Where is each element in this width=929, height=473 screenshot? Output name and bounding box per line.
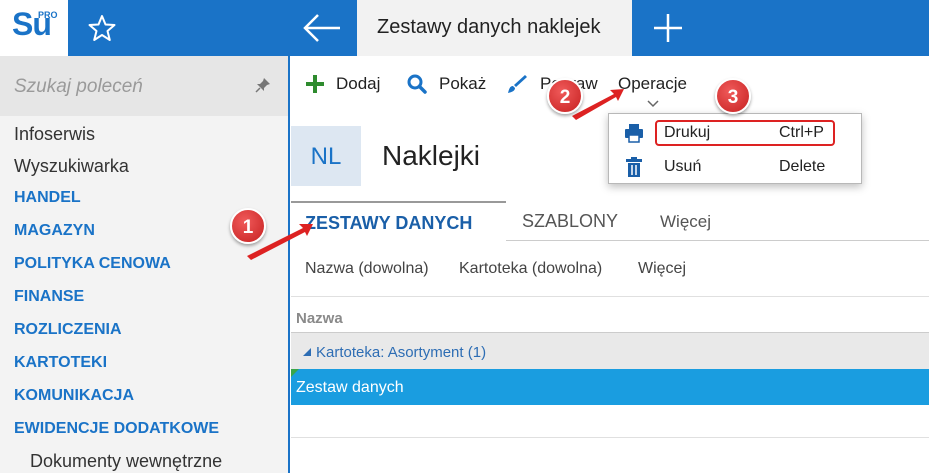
pin-icon[interactable] [254, 76, 272, 94]
favorite-star-icon[interactable] [86, 12, 118, 44]
search-icon[interactable] [406, 73, 428, 95]
sidebar-item-handel[interactable]: HANDEL [14, 189, 81, 207]
sidebar-divider [288, 56, 290, 473]
menu-item-usun[interactable]: Usuń Delete [609, 152, 863, 182]
tab-szablony[interactable]: SZABLONY [522, 211, 618, 232]
new-tab-plus-icon[interactable] [650, 10, 686, 46]
menu-item-shortcut: Delete [779, 158, 826, 175]
column-header-nazwa[interactable]: Nazwa [296, 310, 343, 327]
sidebar-item-finanse[interactable]: FINANSE [14, 288, 84, 306]
tabs-underline [506, 240, 929, 241]
module-badge-text: NL [310, 143, 342, 170]
sidebar-item-wyszukiwarka[interactable]: Wyszukiwarka [14, 156, 129, 177]
page-title: Naklejki [382, 140, 481, 171]
sidebar-item-magazyn[interactable]: MAGAZYN [14, 222, 95, 240]
filter-divider [291, 296, 929, 297]
command-search-input[interactable]: Szukaj poleceń [0, 56, 288, 116]
menu-item-label: Usuń [664, 158, 702, 175]
tab-zestawy-danych[interactable]: ZESTAWY DANYCH [291, 201, 506, 241]
active-tab-label: Zestawy danych naklejek [377, 16, 601, 38]
row-name: Zestaw danych [296, 379, 404, 396]
collapse-triangle-icon[interactable] [302, 347, 312, 357]
group-label: Kartoteka: Asortyment (1) [316, 344, 487, 361]
sidebar-item-polityka-cenowa[interactable]: POLITYKA CENOWA [14, 255, 171, 273]
app-logo[interactable]: Su PRO [0, 0, 68, 56]
row-divider [291, 437, 929, 438]
add-plus-icon[interactable] [304, 73, 326, 95]
sidebar-item-rozliczenia[interactable]: ROZLICZENIA [14, 321, 122, 339]
printer-icon [625, 124, 643, 143]
sidebar-item-ewidencje-dodatkowe[interactable]: EWIDENCJE DODATKOWE [14, 420, 219, 438]
search-placeholder: Szukaj poleceń [14, 76, 143, 97]
sidebar-item-komunikacja[interactable]: KOMUNIKACJA [14, 387, 134, 405]
tab-label: ZESTAWY DANYCH [305, 213, 473, 233]
group-row[interactable]: Kartoteka: Asortyment (1) [291, 333, 929, 369]
logo-pro: PRO [38, 10, 58, 20]
trash-icon [626, 157, 642, 177]
highlight-box [655, 120, 835, 146]
chevron-down-icon [647, 100, 659, 108]
filter-nazwa[interactable]: Nazwa (dowolna) [305, 260, 429, 278]
operations-button[interactable]: Operacje [618, 74, 687, 94]
filter-wiecej[interactable]: Więcej [638, 260, 686, 278]
sidebar-item-dokumenty-wewnetrzne[interactable]: Dokumenty wewnętrzne [30, 451, 222, 472]
sidebar-item-kartoteki[interactable]: KARTOTEKI [14, 354, 107, 372]
tab-wiecej[interactable]: Więcej [660, 212, 711, 232]
filter-kartoteka[interactable]: Kartoteka (dowolna) [459, 260, 602, 278]
sidebar-item-infoserwis[interactable]: Infoserwis [14, 124, 95, 145]
tab-zestawy-danych-naklejek[interactable]: Zestawy danych naklejek [357, 0, 632, 56]
module-badge: NL [291, 126, 361, 186]
back-arrow-icon[interactable] [300, 10, 344, 46]
brush-edit-icon[interactable] [506, 73, 528, 95]
callout-2: 2 [547, 78, 583, 114]
add-button[interactable]: Dodaj [336, 74, 380, 94]
callout-3: 3 [715, 78, 751, 114]
callout-1: 1 [230, 208, 266, 244]
table-row[interactable]: Zestaw danych [291, 369, 929, 405]
show-button[interactable]: Pokaż [439, 74, 486, 94]
row-marker-icon [291, 369, 299, 377]
